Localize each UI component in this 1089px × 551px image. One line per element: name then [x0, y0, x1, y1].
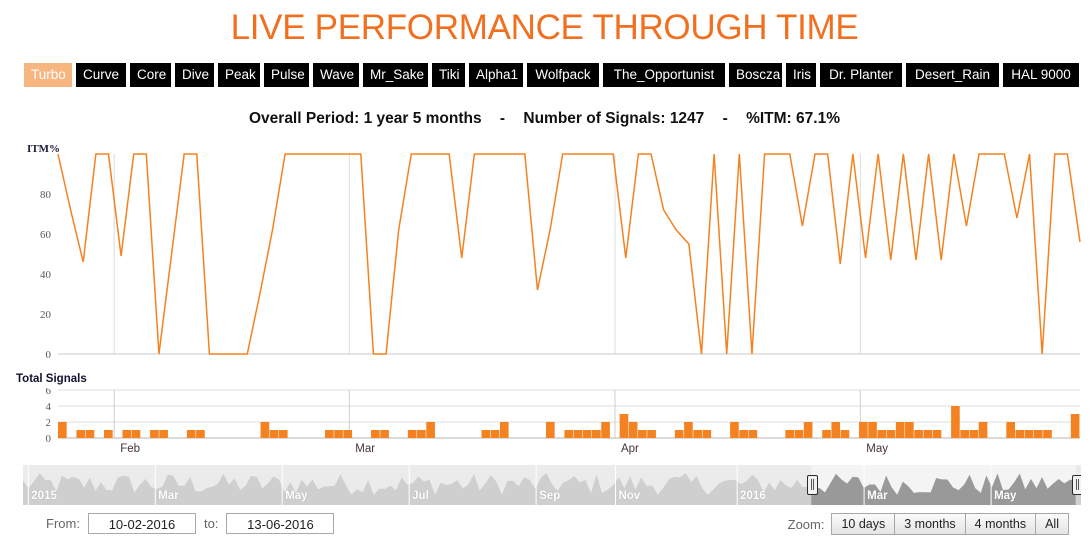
svg-text:80: 80 [40, 189, 52, 201]
tab-curve[interactable]: Curve [76, 63, 126, 87]
x-axis-tick-mar: Mar [355, 443, 376, 455]
summary-separator-2: - [722, 110, 728, 127]
overall-period-stat: Overall Period: 1 year 5 months [249, 110, 482, 128]
performance-dashboard: LIVE PERFORMANCE THROUGH TIME Turbo Curve… [0, 0, 1089, 551]
navigator-label-mar: Mar [867, 490, 888, 502]
signals-axis-title: Total Signals [16, 373, 87, 385]
to-label: to: [203, 516, 219, 531]
tab-wolfpack[interactable]: Wolfpack [527, 63, 599, 87]
navigator-handle-right[interactable] [1071, 475, 1081, 495]
x-axis-tick-may: May [866, 443, 888, 455]
itm-percent-stat: %ITM: 67.1% [746, 110, 840, 128]
zoom-buttons: 10 days 3 months 4 months All [831, 513, 1069, 535]
zoom-button-all[interactable]: All [1035, 513, 1069, 535]
tab-hal-9000[interactable]: HAL 9000 [1003, 63, 1079, 87]
navigator-label-mar: Mar [158, 490, 179, 502]
itm-percent-label: %ITM: [746, 110, 792, 127]
from-date-input[interactable]: 10-02-2016 [87, 513, 196, 534]
navigator-handle-left[interactable] [807, 475, 819, 495]
svg-text:4: 4 [46, 401, 52, 413]
navigator-label-2016: 2016 [740, 490, 766, 502]
itm-percent-value: 67.1% [796, 110, 840, 127]
tab-peak[interactable]: Peak [218, 63, 260, 87]
svg-text:40: 40 [40, 269, 52, 281]
tab-desert-rain[interactable]: Desert_Rain [906, 63, 999, 87]
navigator-label-sep: Sep [539, 490, 561, 502]
navigator-label-may: May [285, 490, 308, 502]
navigator-label-jul: Jul [412, 490, 429, 502]
x-axis-labels: Feb Mar Apr May [0, 443, 1089, 461]
tab-the-opportunist[interactable]: The_Opportunist [603, 63, 725, 87]
number-of-signals-value: 1247 [669, 110, 705, 127]
page-title: LIVE PERFORMANCE THROUGH TIME [230, 8, 859, 47]
svg-text:6: 6 [46, 388, 52, 397]
x-axis-tick-apr: Apr [620, 443, 639, 455]
tab-turbo[interactable]: Turbo [24, 63, 72, 87]
zoom-group: Zoom: 10 days 3 months 4 months All [788, 513, 1069, 535]
summary-separator-1: - [499, 110, 506, 127]
number-of-signals-stat: Number of Signals: 1247 [523, 110, 704, 128]
tab-tiki[interactable]: Tiki [432, 63, 465, 87]
itm-line-chart: 0 20 40 60 80 [40, 153, 1081, 361]
tab-iris[interactable]: Iris [786, 63, 816, 87]
svg-text:60: 60 [40, 229, 52, 241]
tab-dr-planter[interactable]: Dr. Planter [820, 63, 902, 87]
strategy-tab-bar: Turbo Curve Core Dive Peak Pulse Wave Mr_Sake Ti… [24, 63, 1079, 87]
svg-text:0: 0 [46, 349, 52, 361]
zoom-button-3-months[interactable]: 3 months [894, 513, 965, 535]
tab-core[interactable]: Core [130, 63, 171, 87]
zoom-button-4-months[interactable]: 4 months [964, 513, 1036, 535]
date-range-group: From: 10-02-2016 to: 13-06-2016 [46, 513, 335, 534]
total-signals-bar-chart: 0 2 4 6 [46, 388, 1080, 442]
navigator-range-selector[interactable]: 2015 Mar May Jul Sep Nov 2016 Mar May [23, 465, 1081, 505]
from-label: From: [46, 516, 80, 531]
svg-text:20: 20 [40, 309, 52, 321]
zoom-label: Zoom: [787, 516, 825, 532]
tab-pulse[interactable]: Pulse [264, 63, 309, 87]
svg-text:0: 0 [46, 433, 52, 442]
range-controls-bar: From: 10-02-2016 to: 13-06-2016 Zoom: 10… [0, 509, 1089, 549]
summary-stats: Overall Period: 1 year 5 months - Number… [0, 110, 1089, 128]
zoom-button-10-days[interactable]: 10 days [831, 513, 895, 535]
svg-text:2: 2 [46, 417, 52, 429]
navigator-label-2015: 2015 [31, 490, 57, 502]
overall-period-label: Overall Period: [248, 110, 360, 127]
tab-wave[interactable]: Wave [313, 63, 359, 87]
overall-period-value: 1 year 5 months [363, 110, 482, 127]
tab-boscza[interactable]: Boscza [729, 63, 782, 87]
x-axis-tick-feb: Feb [120, 443, 141, 455]
number-of-signals-label: Number of Signals: [523, 110, 666, 127]
tab-mr-sake[interactable]: Mr_Sake [363, 63, 428, 87]
tab-alpha1[interactable]: Alpha1 [469, 63, 523, 87]
tab-dive[interactable]: Dive [175, 63, 214, 87]
navigator-label-nov: Nov [618, 490, 641, 502]
navigator-label-may: May [994, 490, 1017, 502]
to-date-input[interactable]: 13-06-2016 [226, 513, 335, 534]
